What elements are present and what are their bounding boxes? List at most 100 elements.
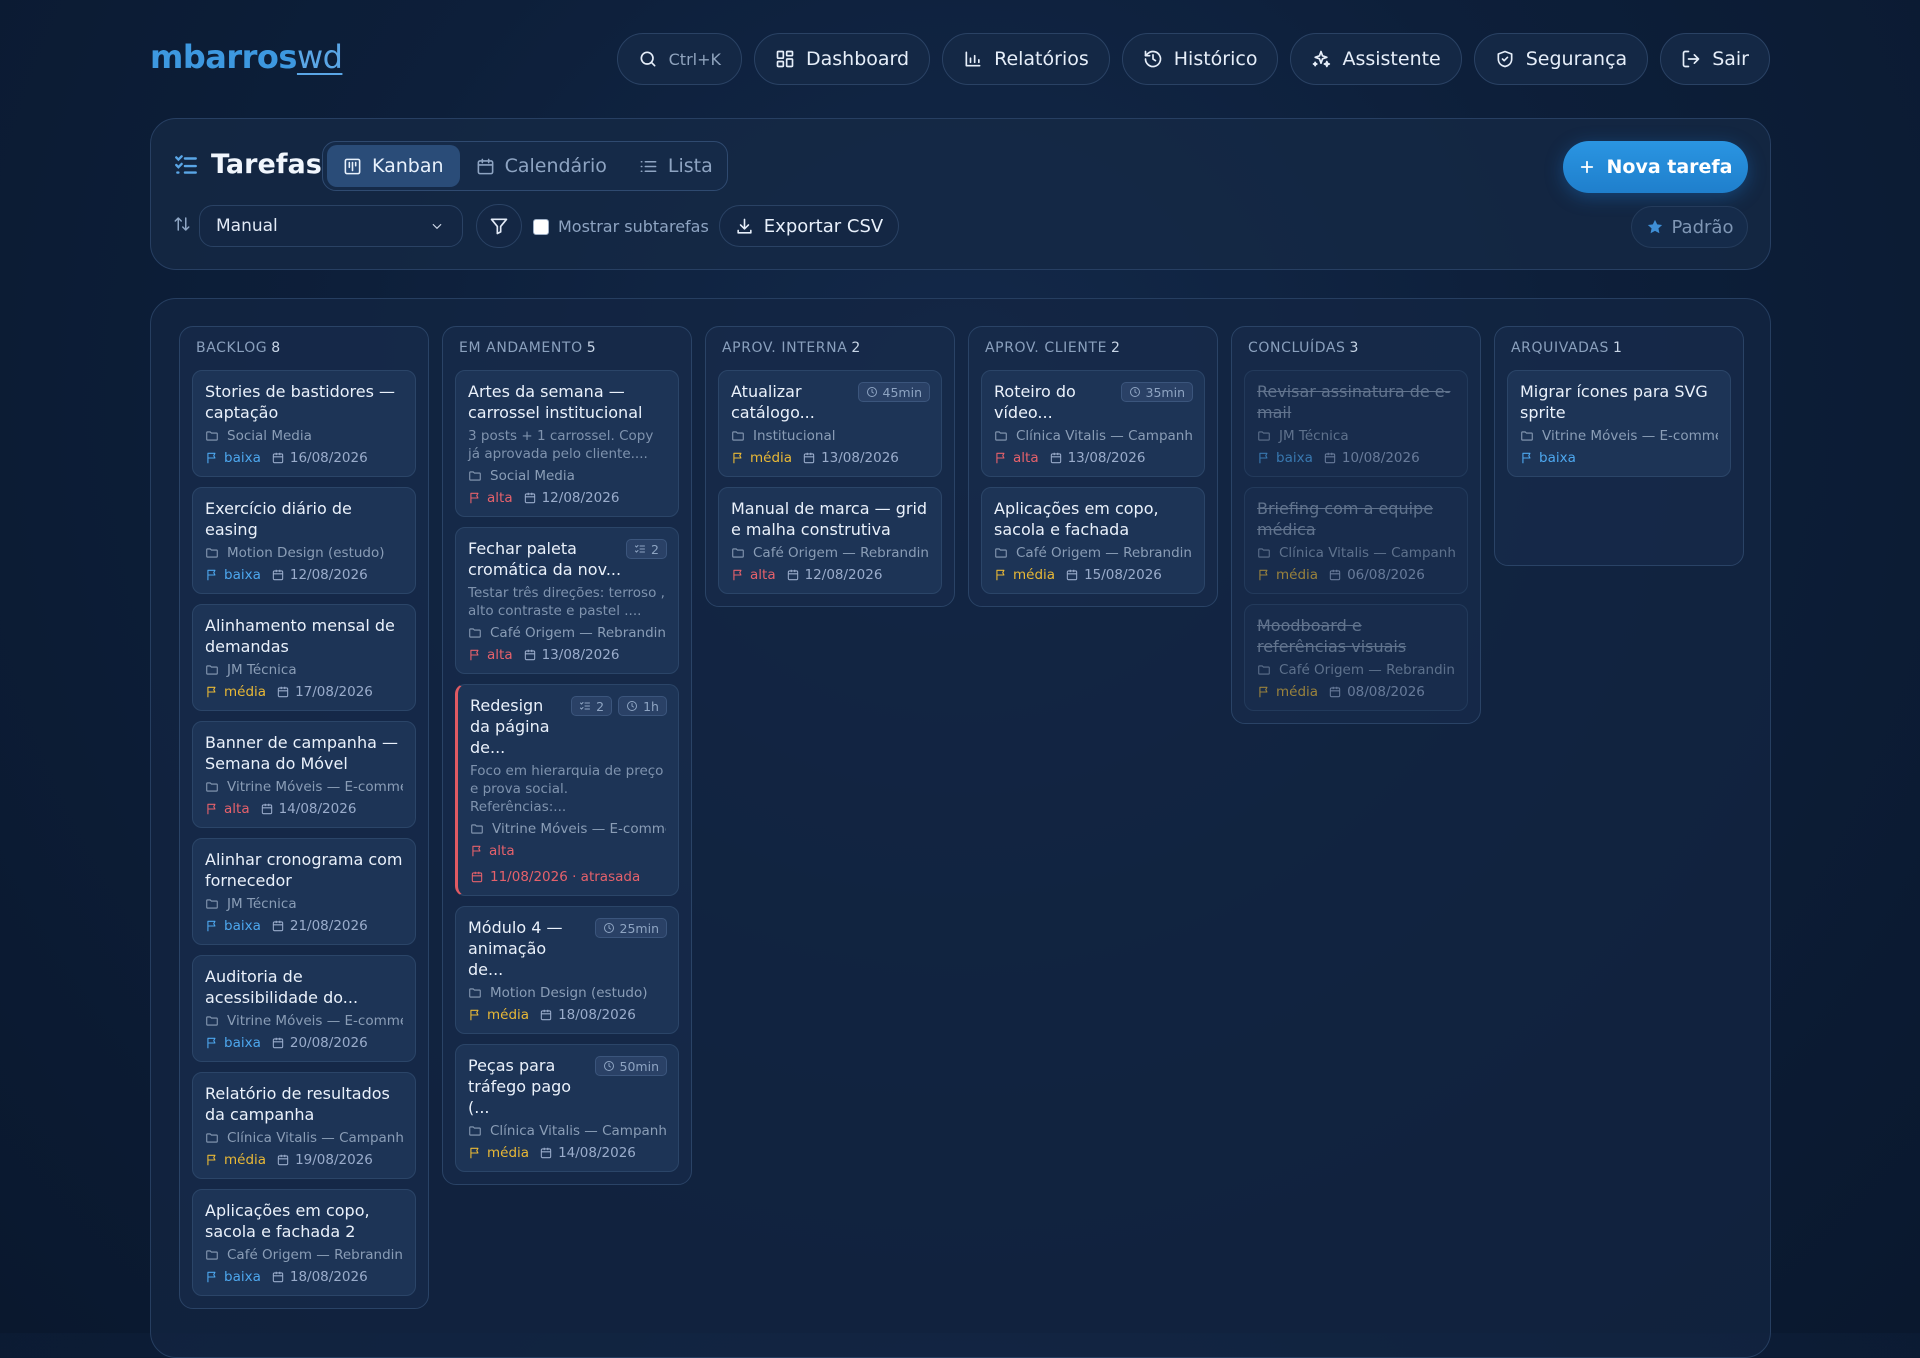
due-date: 14/08/2026 <box>539 1145 636 1161</box>
priority-label: média <box>1276 684 1319 700</box>
priority-badge: baixa <box>205 918 261 934</box>
card-badges: 25min <box>594 918 667 938</box>
task-card[interactable]: Manual de marca — grid e malha construti… <box>718 487 942 594</box>
column-backlog: BACKLOG 8 Stories de bastidores — captação… <box>179 326 429 1309</box>
filter-icon <box>490 218 508 235</box>
clock-icon <box>866 387 877 397</box>
nav-reports[interactable]: Relatórios <box>942 33 1110 85</box>
card-project: Vitrine Móveis — E-commerce <box>205 1013 403 1029</box>
priority-badge: alta <box>468 490 513 506</box>
nav-dashboard[interactable]: Dashboard <box>754 33 931 85</box>
time-estimate: 1h <box>643 698 659 714</box>
card-project: Clínica Vitalis — Campanha <box>468 1123 666 1139</box>
folder-icon <box>206 665 218 675</box>
nav-history[interactable]: Histórico <box>1121 33 1279 85</box>
task-card[interactable]: Aplicações em copo, sacola e fachada Café… <box>981 487 1205 594</box>
card-project-name: Café Origem — Rebranding <box>227 1247 403 1263</box>
card-description: Foco em hierarquia de preço e prova soci… <box>470 763 664 815</box>
card-project: Clínica Vitalis — Campanha <box>205 1130 403 1146</box>
task-card[interactable]: Auditoria de acessibilidade do... Vitrine… <box>192 955 416 1062</box>
task-card[interactable]: 35min Roteiro do vídeo... Clínica Vitalis … <box>981 370 1205 477</box>
task-card[interactable]: Artes da semana — carrossel instituciona… <box>455 370 679 517</box>
new-task-button[interactable]: Nova tarefa <box>1563 141 1748 193</box>
column-count: 2 <box>851 340 861 356</box>
task-card[interactable]: Relatório de resultados da campanha Clíni… <box>192 1072 416 1179</box>
task-card[interactable]: 50min Peças para tráfego pago (... Clínica… <box>455 1044 679 1172</box>
task-card[interactable]: Stories de bastidores — captação Social M… <box>192 370 416 477</box>
time-badge: 50min <box>594 1056 667 1076</box>
card-project: Clínica Vitalis — Campanha <box>994 428 1192 444</box>
column-em-andamento: EM ANDAMENTO 5 Artes da semana — carrossel… <box>442 326 692 1185</box>
show-subtasks-checkbox[interactable] <box>533 218 549 235</box>
card-title: Manual de marca — grid e malha construti… <box>731 499 928 539</box>
due-date: 14/08/2026 <box>260 801 356 817</box>
time-badge: 35min <box>1120 382 1193 402</box>
folder-icon <box>1258 665 1270 675</box>
task-card[interactable]: Aplicações em copo, sacola e fachada 2 Ca… <box>192 1189 416 1296</box>
column-title: APROV. CLIENTE <box>985 340 1108 356</box>
tab-kanban[interactable]: Kanban <box>327 145 460 187</box>
task-card[interactable]: 45min Atualizar catálogo... Institucional m… <box>718 370 942 477</box>
brand-logo[interactable]: mbarroswd <box>150 38 343 76</box>
due-date: 12/08/2026 <box>523 490 620 506</box>
due-date-text: 16/08/2026 <box>289 450 368 466</box>
search-button[interactable]: Ctrl+K <box>616 33 742 85</box>
tab-calendar[interactable]: Calendário <box>460 145 623 187</box>
export-csv-button[interactable]: Exportar CSV <box>719 205 899 247</box>
due-date: 17/08/2026 <box>276 684 373 700</box>
logout-button[interactable]: Sair <box>1660 33 1770 85</box>
card-title: Auditoria de acessibilidade do... <box>205 967 359 1007</box>
folder-icon <box>1521 431 1533 441</box>
due-date-text: 13/08/2026 <box>1067 450 1146 466</box>
calendar-icon <box>277 1154 289 1166</box>
task-card[interactable]: 25min Módulo 4 — animação de... Motion Des… <box>455 906 679 1034</box>
card-meta: alta 14/08/2026 <box>205 801 403 817</box>
tab-list[interactable]: Lista <box>623 145 729 187</box>
folder-icon <box>1258 431 1270 441</box>
task-card[interactable]: Briefing com a equipe médica Clínica Vita… <box>1244 487 1468 594</box>
due-date-text: 18/08/2026 <box>289 1269 368 1285</box>
time-estimate: 35min <box>1145 384 1185 400</box>
card-title: Banner de campanha — Semana do Móvel <box>205 733 398 773</box>
task-card[interactable]: Alinhar cronograma com fornecedor JM Técn… <box>192 838 416 945</box>
time-estimate: 50min <box>619 1058 659 1074</box>
sort-select[interactable]: Manual <box>199 205 463 247</box>
priority-label: baixa <box>224 1035 261 1051</box>
nav-security[interactable]: Segurança <box>1473 33 1649 85</box>
priority-badge: média <box>468 1145 529 1161</box>
card-project-name: Vitrine Móveis — E-commerce <box>227 1013 403 1029</box>
task-card[interactable]: Banner de campanha — Semana do Móvel Vitr… <box>192 721 416 828</box>
task-card[interactable]: Revisar assinatura de e-mail JM Técnica ba… <box>1244 370 1468 477</box>
nav-assistant[interactable]: Assistente <box>1290 33 1462 85</box>
page-title-text: Tarefas <box>211 149 322 180</box>
task-card[interactable]: 2 1h Redesign da página de... Foco em hiera… <box>455 684 679 896</box>
card-project: Café Origem — Rebranding <box>994 545 1192 561</box>
card-meta: baixa 20/08/2026 <box>205 1035 403 1051</box>
folder-icon <box>206 1133 218 1143</box>
card-project: Clínica Vitalis — Campanha <box>1257 545 1455 561</box>
task-card[interactable]: Migrar ícones para SVG sprite Vitrine Móv… <box>1507 370 1731 477</box>
flag-icon <box>472 845 481 857</box>
calendar-icon <box>272 1271 284 1283</box>
card-project-name: Social Media <box>490 468 575 484</box>
task-card[interactable]: Alinhamento mensal de demandas JM Técnica… <box>192 604 416 711</box>
task-card[interactable]: Moodboard e referências visuais Café Orig… <box>1244 604 1468 711</box>
show-subtasks-toggle[interactable]: Mostrar subtarefas <box>533 217 709 236</box>
priority-badge: média <box>205 1152 266 1168</box>
column-header: APROV. CLIENTE 2 <box>981 327 1205 370</box>
filter-button[interactable] <box>476 204 522 248</box>
task-card[interactable]: Exercício diário de easing Motion Design … <box>192 487 416 594</box>
card-project: JM Técnica <box>1257 428 1455 444</box>
calendar-icon <box>272 920 284 932</box>
preset-button[interactable]: Padrão <box>1631 206 1748 248</box>
task-card[interactable]: 2 Fechar paleta cromática da nov... Testar… <box>455 527 679 674</box>
card-project: Café Origem — Rebranding <box>468 625 666 641</box>
calendar-icon <box>272 452 284 464</box>
due-date-text: 12/08/2026 <box>541 490 620 506</box>
column-header: CONCLUÍDAS 3 <box>1244 327 1468 370</box>
calendar-icon <box>787 569 798 581</box>
due-date: 18/08/2026 <box>539 1007 636 1023</box>
priority-label: média <box>1013 567 1056 583</box>
priority-badge: média <box>468 1007 529 1023</box>
card-project: Vitrine Móveis — E-commerce <box>205 779 403 795</box>
